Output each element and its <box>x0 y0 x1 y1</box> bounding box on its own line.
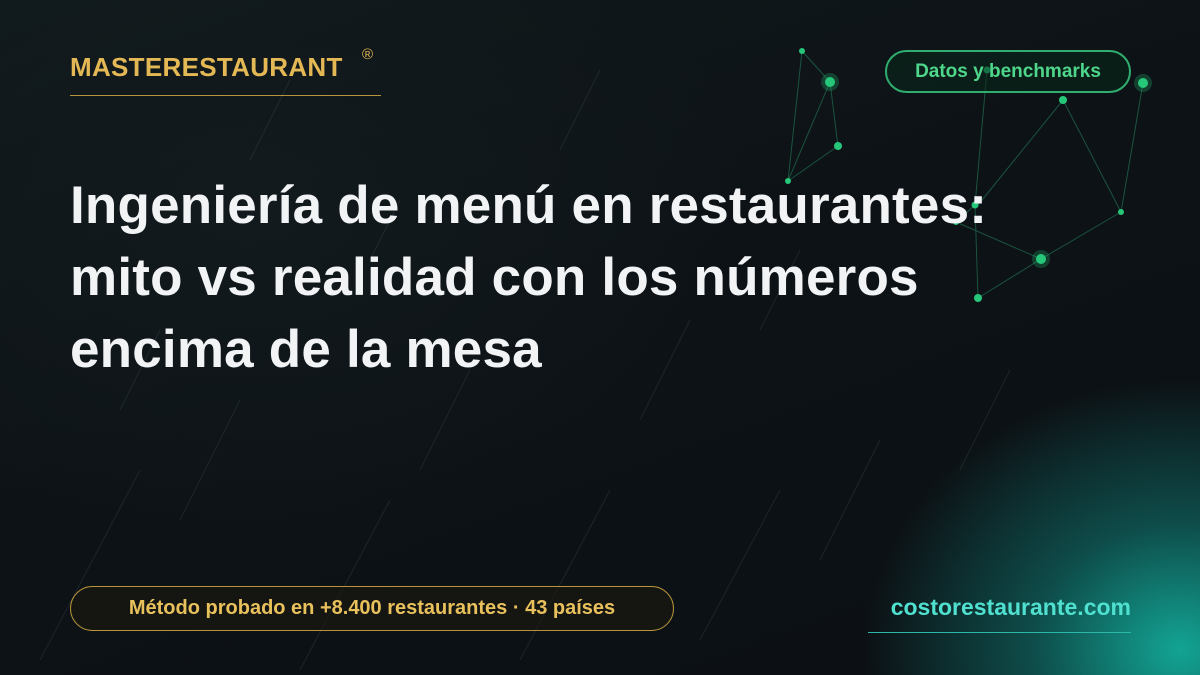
headline-line-3: encima de la mesa <box>70 320 542 379</box>
cover-canvas: MASTERESTAURANT ® Datos y benchmarks Ing… <box>0 0 1200 675</box>
registered-mark: ® <box>362 46 374 63</box>
headline: Ingeniería de menú en restaurantes: mito… <box>70 170 1130 386</box>
brand-name: MASTERESTAURANT <box>70 52 343 82</box>
brand-logo: MASTERESTAURANT ® <box>70 46 381 96</box>
headline-line-2: mito vs realidad con los números <box>70 248 919 307</box>
method-badge: Método probado en +8.400 restaurantes · … <box>70 586 674 631</box>
website-url: costorestaurante.com <box>868 594 1131 633</box>
headline-line-1: Ingeniería de menú en restaurantes: <box>70 176 988 235</box>
topic-badge: Datos y benchmarks <box>885 50 1131 93</box>
